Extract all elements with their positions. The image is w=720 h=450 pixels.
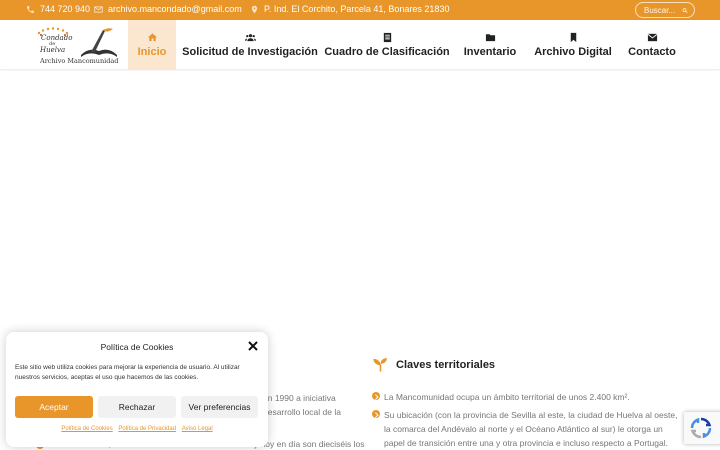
cookie-policy-link[interactable]: Política de Cookies: [61, 426, 112, 432]
nav-item-solicitud[interactable]: Solicitud de Investigación: [182, 20, 318, 70]
nav-item-archivo-digital[interactable]: Archivo Digital: [534, 20, 612, 70]
phone-icon: [27, 5, 34, 13]
search-input[interactable]: [644, 5, 682, 15]
cookie-title: Política de Cookies: [100, 342, 174, 352]
close-icon[interactable]: [248, 341, 258, 351]
bookmark-icon: [570, 32, 576, 43]
recaptcha-badge[interactable]: [684, 412, 720, 444]
cookie-links: Política de Cookies Política de Privacid…: [6, 426, 268, 432]
logo-text-archivo: Archivo Mancomunidad: [40, 57, 119, 65]
nav-label: Archivo Digital: [534, 46, 612, 58]
phone-number: 744 720 940: [40, 4, 91, 14]
logo-text-condado: Condado: [41, 34, 73, 42]
nav-label: Inicio: [137, 46, 167, 58]
document-icon: [383, 32, 391, 43]
address-text: P. Ind. El Corchito, Parcela 41, Bonares…: [264, 4, 450, 14]
nav-label: Contacto: [628, 46, 676, 58]
privacy-policy-link[interactable]: Política de Privacidad: [118, 426, 176, 432]
site-logo[interactable]: Condado de Huelva Archivo Mancomunidad: [33, 25, 121, 65]
address-contact[interactable]: P. Ind. El Corchito, Parcela 41, Bonares…: [250, 4, 449, 14]
top-bar: 744 720 940 archivo.mancondado@gmail.com…: [0, 0, 720, 20]
nav-item-contacto[interactable]: Contacto: [628, 20, 676, 70]
search-icon[interactable]: [682, 6, 688, 15]
search-box[interactable]: [635, 2, 695, 18]
view-preferences-button[interactable]: Ver preferencias: [181, 396, 258, 418]
email-contact[interactable]: archivo.mancondado@gmail.com: [94, 4, 242, 14]
recaptcha-icon: [690, 417, 712, 439]
site-header: Condado de Huelva Archivo Mancomunidad I…: [0, 20, 720, 70]
envelope-icon: [647, 33, 657, 42]
map-marker-icon: [251, 5, 258, 13]
check-bullet-icon: [372, 410, 380, 418]
cookie-consent-modal: Política de Cookies Este sitio web utili…: [6, 332, 268, 447]
nav-item-inventario[interactable]: Inventario: [462, 20, 518, 70]
phone-contact[interactable]: 744 720 940: [26, 4, 90, 14]
claves-item: La Mancomunidad ocupa un ámbito territor…: [384, 392, 630, 402]
claves-item: Su ubicación (con la provincia de Sevill…: [384, 410, 678, 448]
nav-item-inicio[interactable]: Inicio: [128, 20, 176, 70]
folder-icon: [485, 34, 495, 42]
users-icon: [244, 34, 256, 42]
nav-label: Solicitud de Investigación: [182, 46, 318, 58]
reject-cookies-button[interactable]: Rechazar: [98, 396, 176, 418]
accept-cookies-button[interactable]: Aceptar: [15, 396, 93, 418]
home-icon: [147, 33, 157, 42]
cookie-description: Este sitio web utiliza cookies para mejo…: [15, 364, 240, 381]
nav-label: Cuadro de Clasificación: [324, 46, 450, 58]
intro-paragraph-fragment: en 1990 a iniciativa desarrollo local de…: [263, 393, 341, 417]
claves-territoriales-title: Claves territoriales: [396, 359, 496, 371]
legal-notice-link[interactable]: Aviso Legal: [182, 426, 213, 432]
check-bullet-icon: [372, 392, 380, 400]
envelope-icon: [94, 6, 103, 12]
logo-text-huelva: Huelva: [40, 46, 66, 54]
email-address: archivo.mancondado@gmail.com: [108, 4, 242, 14]
nav-label: Inventario: [463, 46, 517, 58]
sprout-icon: [373, 358, 387, 372]
nav-item-cuadro[interactable]: Cuadro de Clasificación: [324, 20, 450, 70]
